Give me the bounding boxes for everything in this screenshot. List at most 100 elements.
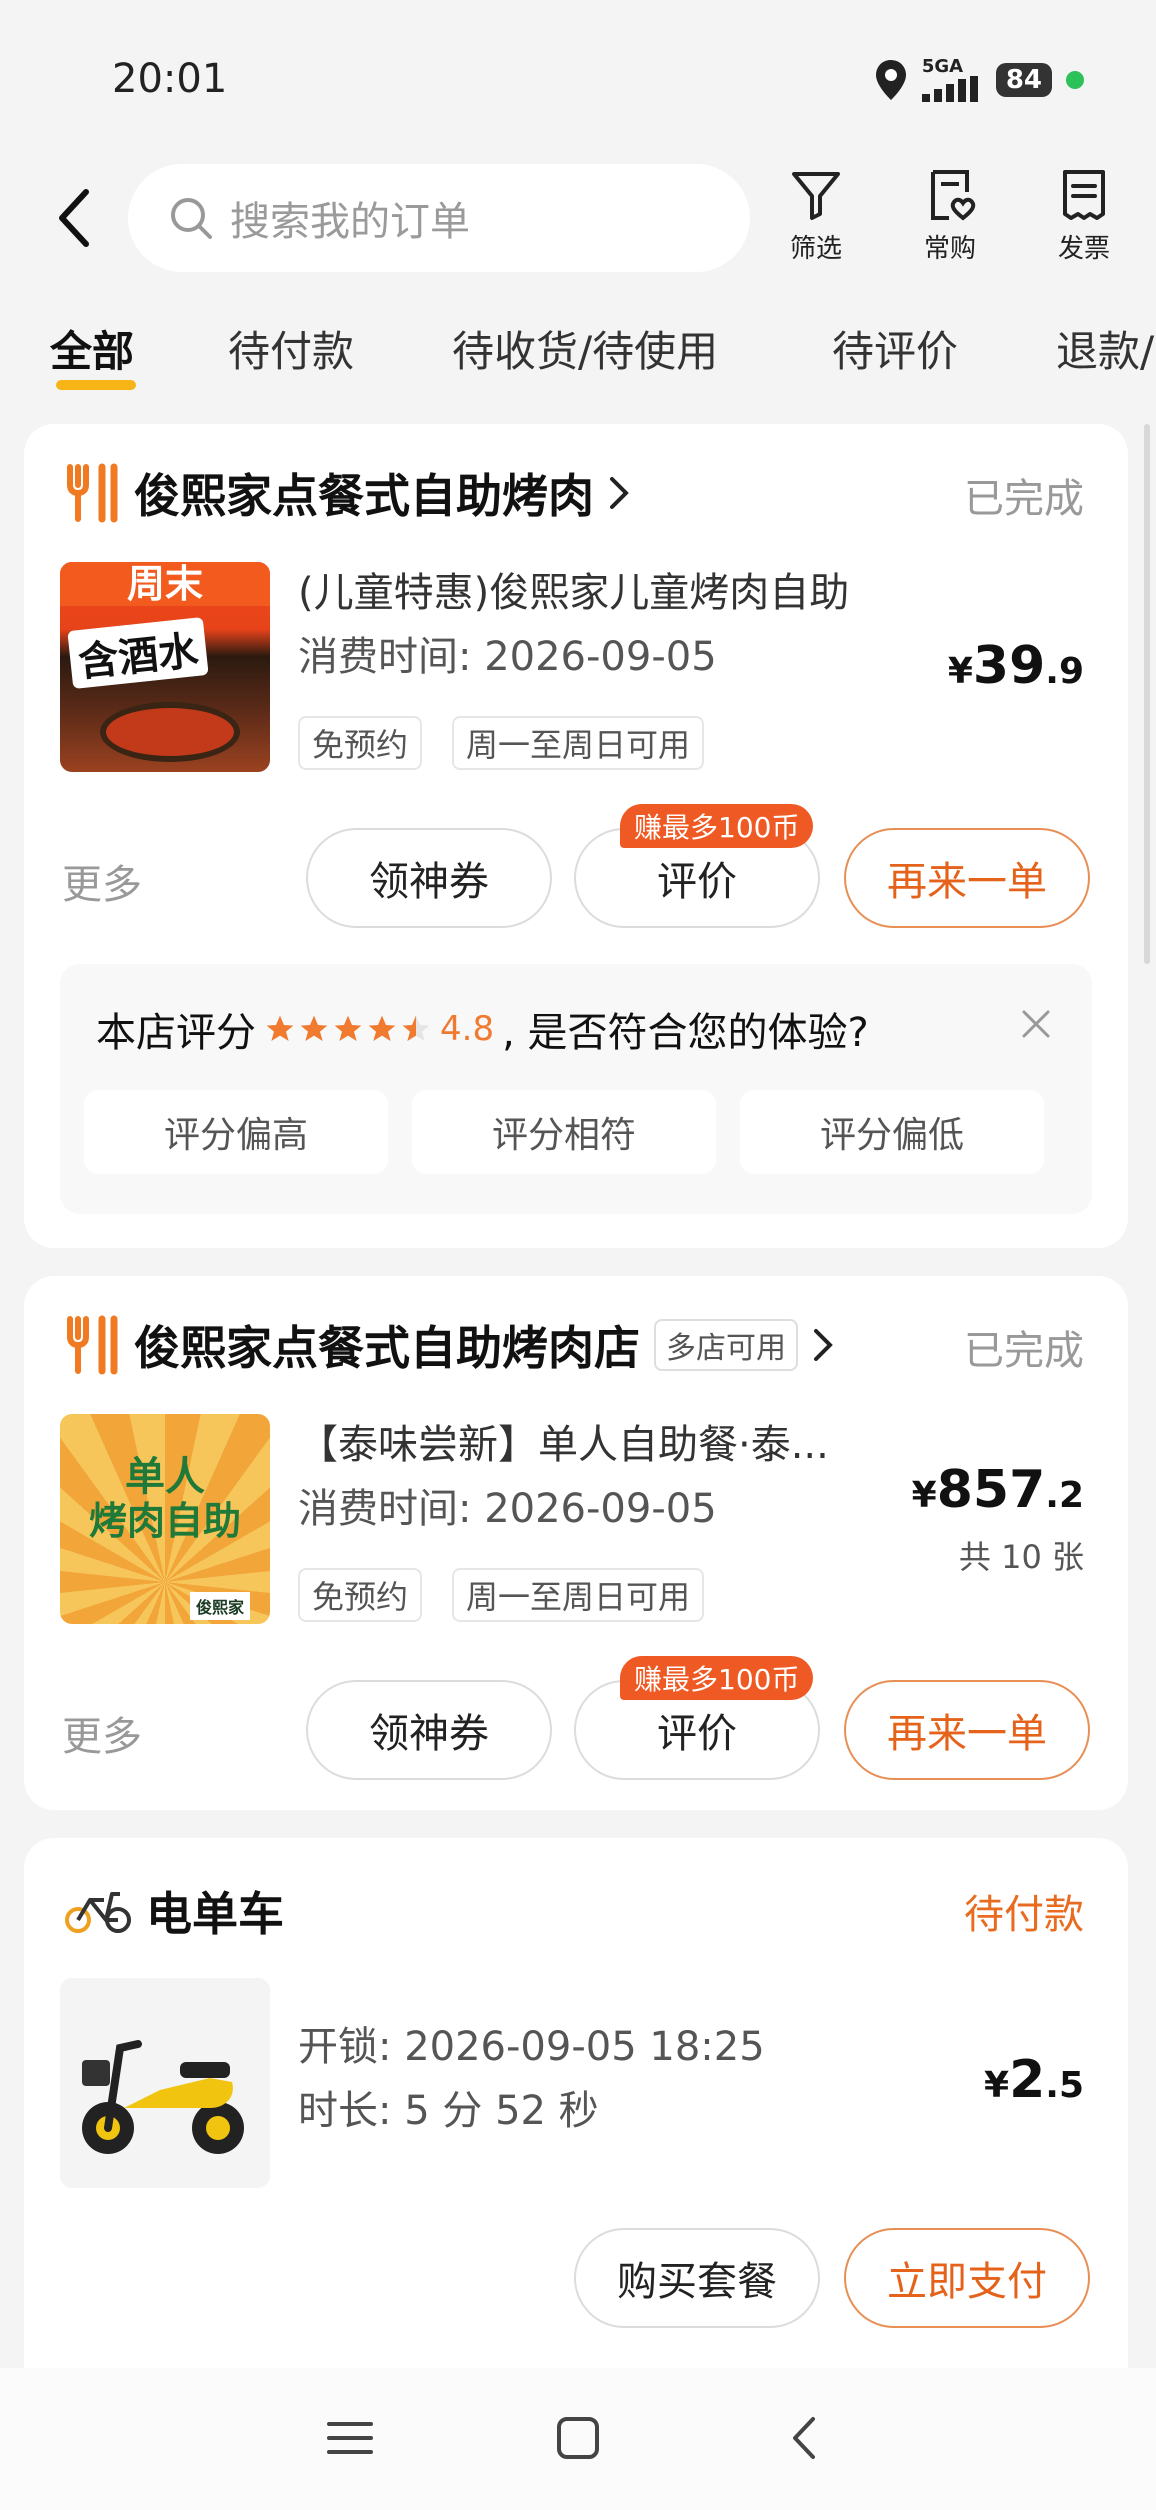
rating-prefix: 本店评分 <box>96 1010 256 1056</box>
tab-pending-review[interactable]: 待评价 <box>832 318 958 379</box>
shop-name: 俊熙家点餐式自助烤肉 <box>134 469 594 523</box>
back-arrow-icon <box>793 2417 815 2459</box>
order-card[interactable]: 俊熙家点餐式自助烤肉 已完成 周末 含酒水 (儿童特惠)俊熙家儿童烤肉自助 消费… <box>24 424 1128 1248</box>
frequent-purchase-label: 常购 <box>923 234 976 264</box>
order-price: ¥857.2 <box>912 1460 1084 1520</box>
tab-pending-payment[interactable]: 待付款 <box>228 318 354 379</box>
search-input[interactable]: 搜索我的订单 <box>128 164 750 272</box>
e-bike-image <box>82 2040 244 2154</box>
star-icon <box>300 1015 328 1041</box>
multi-store-badge: 多店可用 <box>654 1319 798 1371</box>
rating-question-text: , 是否符合您的体验? <box>502 1010 869 1056</box>
back-button[interactable] <box>44 180 104 256</box>
more-button[interactable]: 更多 <box>62 1704 142 1762</box>
buy-package-button[interactable]: 购买套餐 <box>574 2228 820 2328</box>
tag-no-reservation: 免预约 <box>298 1568 423 1622</box>
tag-availability: 周一至周日可用 <box>452 716 705 770</box>
shop-row[interactable]: 电单车 <box>64 1878 284 1944</box>
system-back-button[interactable] <box>774 2408 834 2468</box>
order-price: ¥39.9 <box>948 636 1084 696</box>
rating-feedback-box: 本店评分 4.8 , 是否符合您的体验? 评分偏高 评分相符 评分偏低 <box>60 964 1092 1214</box>
claim-coupon-button[interactable]: 领神券 <box>306 828 552 928</box>
tab-pending-receipt[interactable]: 待收货/待使用 <box>452 318 718 379</box>
product-thumbnail[interactable] <box>60 1978 270 2188</box>
coin-reward-badge: 赚最多100币 <box>620 804 814 848</box>
order-card[interactable]: 电单车 待付款 开锁: 2026-09-05 18:25 时长: 5 分 52 … <box>24 1838 1128 2398</box>
price-integer: 2 <box>1009 2050 1046 2110</box>
price-decimal: .9 <box>1045 651 1084 692</box>
more-button[interactable]: 更多 <box>62 852 142 910</box>
filter-button[interactable]: 筛选 <box>766 168 866 278</box>
order-price: ¥2.5 <box>984 2050 1084 2110</box>
rating-score: 4.8 <box>440 1009 495 1049</box>
ride-duration: 时长: 5 分 52 秒 <box>298 2088 599 2134</box>
home-square-icon <box>557 2417 599 2459</box>
chevron-right-icon <box>814 1329 833 1361</box>
home-button[interactable] <box>548 2408 608 2468</box>
status-icons: 5GA 84 <box>874 58 1084 102</box>
consume-time: 消费时间: 2026-09-05 <box>298 634 717 680</box>
battery-indicator: 84 <box>995 63 1052 97</box>
shop-name: 电单车 <box>146 1887 284 1941</box>
invoice-label: 发票 <box>1057 234 1110 264</box>
star-rating <box>264 1013 432 1045</box>
chevron-right-icon <box>610 477 629 509</box>
item-title[interactable]: (儿童特惠)俊熙家儿童烤肉自助 <box>298 560 849 618</box>
bicycle-icon <box>65 1892 131 1933</box>
thumb-brand: 俊熙家 <box>190 1592 251 1620</box>
reorder-button[interactable]: 再来一单 <box>844 1680 1090 1780</box>
tag-availability: 周一至周日可用 <box>452 1568 705 1622</box>
active-tab-indicator <box>56 380 136 390</box>
rating-question: 本店评分 4.8 , 是否符合您的体验? <box>96 1000 869 1058</box>
frequent-purchase-icon <box>931 170 976 221</box>
tab-all[interactable]: 全部 <box>50 318 134 379</box>
shop-row[interactable]: 俊熙家点餐式自助烤肉 <box>64 460 630 526</box>
price-integer: 857 <box>936 1460 1046 1520</box>
item-title[interactable]: 【泰味尝新】单人自助餐·泰... <box>298 1412 829 1470</box>
grill-graphic <box>100 702 240 762</box>
product-thumbnail[interactable]: 单人 烤肉自助 俊熙家 <box>60 1414 270 1624</box>
half-star-icon <box>402 1015 430 1041</box>
fork-knife-icon <box>67 1315 118 1375</box>
status-time: 20:01 <box>112 56 228 102</box>
order-status: 待付款 <box>964 1892 1084 1938</box>
order-tabs: 全部 待付款 待收货/待使用 待评价 退款/ <box>0 318 1156 398</box>
signal-icon <box>921 76 978 102</box>
pay-now-button[interactable]: 立即支付 <box>844 2228 1090 2328</box>
tag-no-reservation: 免预约 <box>298 716 423 770</box>
tab-refund[interactable]: 退款/ <box>1056 318 1154 379</box>
invoice-button[interactable]: 发票 <box>1034 168 1134 278</box>
menu-button[interactable] <box>320 2408 380 2468</box>
price-currency: ¥ <box>911 1475 937 1516</box>
search-icon <box>171 198 212 239</box>
ticket-quantity: 共 10 张 <box>958 1538 1084 1576</box>
order-status: 已完成 <box>964 476 1084 522</box>
shop-row[interactable]: 俊熙家点餐式自助烤肉店 多店可用 <box>64 1312 834 1378</box>
filter-label: 筛选 <box>789 234 842 264</box>
order-status: 已完成 <box>964 1328 1084 1374</box>
product-thumbnail[interactable]: 周末 含酒水 <box>60 562 270 772</box>
rating-too-high-option[interactable]: 评分偏高 <box>84 1090 388 1174</box>
thumb-label: 含酒水 <box>67 617 209 689</box>
rating-too-low-option[interactable]: 评分偏低 <box>740 1090 1044 1174</box>
price-decimal: .2 <box>1045 1475 1084 1516</box>
star-icon <box>334 1015 362 1041</box>
coin-reward-badge: 赚最多100币 <box>620 1656 814 1700</box>
claim-coupon-button[interactable]: 领神券 <box>306 1680 552 1780</box>
star-icon <box>266 1015 294 1041</box>
close-icon[interactable] <box>1016 1004 1056 1044</box>
filter-icon <box>792 172 840 220</box>
menu-icon <box>327 2422 373 2454</box>
shop-name: 俊熙家点餐式自助烤肉店 <box>134 1321 640 1375</box>
price-currency: ¥ <box>984 2065 1010 2106</box>
order-card[interactable]: 俊熙家点餐式自助烤肉店 多店可用 已完成 单人 烤肉自助 俊熙家 【泰味尝新】单… <box>24 1276 1128 1810</box>
consume-time: 消费时间: 2026-09-05 <box>298 1486 717 1532</box>
price-currency: ¥ <box>947 651 973 692</box>
frequent-purchase-button[interactable]: 常购 <box>900 168 1000 278</box>
reorder-button[interactable]: 再来一单 <box>844 828 1090 928</box>
thumb-subtitle: 烤肉自助 <box>88 1499 241 1543</box>
invoice-icon <box>1063 170 1105 220</box>
scrollbar[interactable] <box>1144 424 1150 964</box>
unlock-time: 开锁: 2026-09-05 18:25 <box>298 2024 765 2070</box>
rating-accurate-option[interactable]: 评分相符 <box>412 1090 716 1174</box>
